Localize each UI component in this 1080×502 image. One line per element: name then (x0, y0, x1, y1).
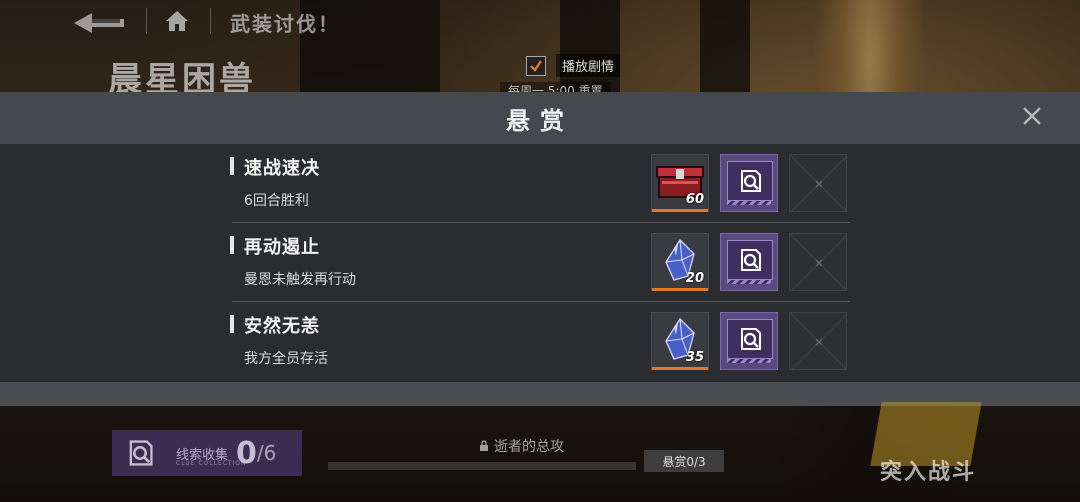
reward-quantity: 35 (685, 350, 704, 365)
reward-underline (652, 367, 708, 370)
clue-stripe (727, 359, 771, 363)
bounty-row: 安然无恙 我方全员存活 35 (230, 302, 850, 380)
row-marker (230, 236, 234, 254)
magnifier-clue-icon (741, 249, 761, 271)
empty-slot (789, 312, 847, 370)
row-marker (230, 315, 234, 333)
bounty-description: 6回合胜利 (244, 193, 309, 209)
modal-title: 悬赏 (506, 106, 574, 135)
clue-stripe (727, 201, 771, 205)
modal-title-bar: 悬赏 (0, 92, 1080, 145)
clue-reward-slot[interactable] (720, 233, 778, 291)
back-button[interactable] (70, 8, 128, 34)
empty-cross-icon (790, 155, 846, 211)
breadcrumb: 武装讨伐！ (230, 12, 340, 36)
magnifier-clue-icon (129, 440, 153, 466)
close-icon (1023, 107, 1041, 125)
reward-slot[interactable]: 35 (651, 312, 709, 370)
clue-icon-frame (727, 319, 773, 359)
reward-underline (652, 209, 708, 212)
clue-reward-slot[interactable] (720, 154, 778, 212)
clue-collection-icon (120, 433, 160, 473)
empty-cross-icon (790, 313, 846, 369)
play-story-checkbox[interactable] (526, 55, 546, 76)
home-button[interactable] (162, 8, 192, 34)
bounty-title: 速战速决 (244, 158, 320, 179)
clue-collection-sublabel: CLUE COLLECTION (176, 460, 247, 467)
clue-total: /6 (256, 441, 277, 465)
clue-stripe (727, 280, 771, 284)
bounty-row: 再动遏止 曼恩未触发再行动 20 (230, 223, 850, 301)
reward-quantity: 60 (685, 192, 704, 207)
bounty-title: 安然无恙 (244, 316, 320, 337)
bounty-description: 我方全员存活 (244, 351, 328, 367)
empty-cross-icon (790, 234, 846, 290)
bounty-row: 速战速决 6回合胜利 60 (230, 144, 850, 222)
assault-label: 逝者的总攻 (478, 436, 564, 456)
clue-reward-slot[interactable] (720, 312, 778, 370)
lock-icon (480, 440, 488, 451)
start-battle-button[interactable]: 突入战斗 (880, 454, 976, 486)
bounty-description: 曼恩未触发再行动 (244, 272, 356, 288)
bounty-progress-badge[interactable]: 悬赏0/3 (644, 450, 724, 472)
clue-collection-panel[interactable]: 线索收集 0 /6 (112, 430, 302, 476)
empty-slot (789, 154, 847, 212)
reward-quantity: 20 (685, 271, 704, 286)
reward-slot[interactable]: 20 (651, 233, 709, 291)
clue-icon-frame (727, 161, 773, 201)
assault-label-text: 逝者的总攻 (494, 439, 564, 455)
close-button[interactable] (1020, 104, 1044, 128)
header-separator (210, 8, 211, 34)
play-story-toggle[interactable]: 播放剧情 (526, 54, 621, 77)
header-separator (146, 8, 147, 34)
magnifier-clue-icon (741, 170, 761, 192)
assault-progress-bar (328, 462, 636, 470)
reward-slot[interactable]: 60 (651, 154, 709, 212)
row-marker (230, 157, 234, 175)
home-icon (166, 11, 188, 31)
checkmark-icon (530, 59, 542, 72)
play-story-label: 播放剧情 (556, 54, 621, 77)
clue-icon-frame (727, 240, 773, 280)
season-note: 每周一 5:00 重置 (500, 82, 611, 92)
reward-underline (652, 288, 708, 291)
magnifier-clue-icon (741, 328, 761, 350)
back-arrow-icon (74, 13, 124, 33)
bounty-title: 再动遏止 (244, 237, 320, 258)
empty-slot (789, 233, 847, 291)
